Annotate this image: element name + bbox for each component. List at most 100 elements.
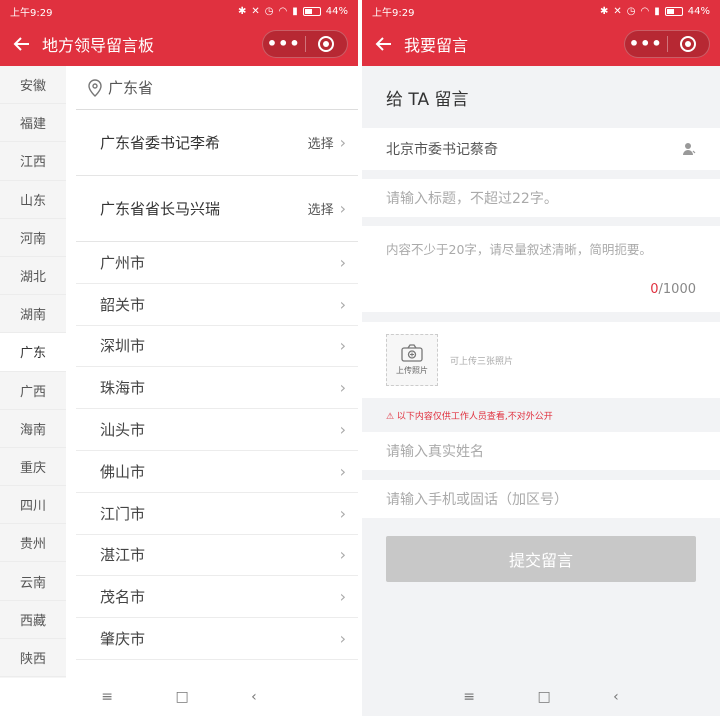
message-form: 给 TA 留言 北京市委书记蔡奇 请输入标题，不超过22字。 内容不少于20字，… — [362, 66, 720, 582]
recipient-name: 北京市委书记蔡奇 — [386, 142, 498, 158]
city-name: 广州市 — [100, 253, 146, 272]
bluetooth-icon: ✱ — [600, 5, 609, 17]
page-title: 我要留言 — [404, 36, 469, 55]
province-item[interactable]: 湖北 — [0, 257, 66, 296]
province-item[interactable]: 陕西 — [0, 639, 66, 677]
wifi-icon: ◠ — [278, 5, 288, 17]
province-item[interactable]: 四川 — [0, 486, 66, 525]
province-item[interactable]: 西藏 — [0, 601, 66, 639]
province-item[interactable]: 安徽 — [0, 66, 66, 105]
photo-upload-row: 上传照片 可上传三张照片 — [362, 322, 720, 398]
province-item[interactable]: 贵州 — [0, 524, 66, 563]
city-name: 肇庆市 — [100, 630, 146, 649]
status-icons: ✱ ✕ ◷ ◠ ▮ 44% — [238, 6, 348, 17]
status-icons: ✱ ✕ ◷ ◠ ▮ 44% — [600, 6, 710, 17]
city-name: 湛江市 — [100, 546, 146, 565]
status-bar: 上午9:29 ✱ ✕ ◷ ◠ ▮ 44% — [0, 0, 358, 22]
more-icon[interactable]: ••• — [263, 30, 305, 58]
mute-icon: ✕ — [251, 5, 260, 17]
chevron-right-icon: › — [339, 294, 346, 314]
status-time: 上午9:29 — [372, 7, 415, 19]
alarm-icon: ◷ — [264, 5, 274, 17]
city-row[interactable]: 江门市 › — [76, 493, 358, 535]
leader-name: 广东省省长马兴瑞 — [100, 200, 221, 218]
status-time: 上午9:29 — [10, 7, 53, 19]
chevron-right-icon: › — [339, 587, 346, 607]
submit-button[interactable]: 提交留言 — [386, 536, 696, 582]
city-row[interactable]: 茂名市 › — [76, 576, 358, 619]
wifi-icon: ◠ — [640, 5, 650, 17]
char-counter: 0/1000 — [386, 282, 696, 297]
province-item[interactable]: 重庆 — [0, 448, 66, 487]
city-name: 深圳市 — [100, 337, 146, 356]
menu-nav-icon[interactable]: ≡ — [101, 689, 113, 705]
title-bar: 我要留言 ••• — [362, 22, 720, 66]
char-count-max: /1000 — [658, 282, 696, 297]
city-row[interactable]: 珠海市 › — [76, 367, 358, 410]
system-nav-bar: ≡ □ ‹ — [362, 678, 720, 716]
back-nav-icon[interactable]: ‹ — [251, 689, 257, 705]
city-row[interactable]: 韶关市 › — [76, 284, 358, 326]
province-item[interactable]: 广西 — [0, 372, 66, 410]
province-item[interactable]: 云南 — [0, 562, 66, 601]
status-bar: 上午9:29 ✱ ✕ ◷ ◠ ▮ 44% — [362, 0, 720, 22]
contact-icon — [683, 143, 696, 155]
left-screen: 上午9:29 ✱ ✕ ◷ ◠ ▮ 44% 地方领导留言板 ••• 安徽 福建 江… — [0, 0, 358, 716]
leader-row[interactable]: 广东省省长马兴瑞 选择 › — [76, 176, 358, 242]
city-name: 茂名市 — [100, 588, 146, 607]
privacy-notice: ⚠ 以下内容仅供工作人员查看,不对外公开 — [362, 398, 720, 432]
battery-icon — [302, 6, 321, 16]
city-row[interactable]: 佛山市 › — [76, 451, 358, 493]
leader-row[interactable]: 广东省委书记李希 选择 › — [76, 110, 358, 176]
back-nav-icon[interactable]: ‹ — [613, 689, 619, 705]
city-row[interactable]: 湛江市 › — [76, 535, 358, 577]
system-nav-bar: ≡ □ ‹ — [0, 678, 358, 716]
chevron-right-icon: › — [339, 629, 346, 649]
title-input[interactable]: 请输入标题，不超过22字。 — [362, 179, 720, 217]
upload-photo-label: 上传照片 — [396, 366, 428, 375]
city-row[interactable]: 汕头市 › — [76, 409, 358, 451]
chevron-right-icon: › — [339, 420, 346, 440]
recipient-row[interactable]: 北京市委书记蔡奇 — [362, 128, 720, 170]
bluetooth-icon: ✱ — [238, 5, 247, 17]
chevron-right-icon: › — [339, 133, 346, 152]
close-mini-program-icon[interactable] — [668, 36, 710, 52]
chevron-right-icon: › — [339, 252, 346, 272]
city-name: 江门市 — [100, 504, 146, 523]
phone-input[interactable]: 请输入手机或固话（加区号） — [362, 480, 720, 518]
alarm-icon: ◷ — [626, 5, 636, 17]
city-row[interactable]: 深圳市 › — [76, 326, 358, 368]
char-count-current: 0 — [650, 282, 659, 297]
home-nav-icon[interactable]: □ — [537, 689, 550, 705]
province-item[interactable]: 海南 — [0, 410, 66, 448]
province-item[interactable]: 山东 — [0, 181, 66, 219]
mute-icon: ✕ — [613, 5, 622, 17]
back-arrow-icon[interactable] — [366, 22, 402, 66]
province-item[interactable]: 湖南 — [0, 295, 66, 334]
content-textarea[interactable]: 内容不少于20字，请尽量叙述清晰，简明扼要。 0/1000 — [362, 226, 720, 312]
select-label: 选择 — [307, 137, 334, 152]
upload-hint: 可上传三张照片 — [450, 356, 514, 367]
menu-nav-icon[interactable]: ≡ — [463, 689, 475, 705]
select-label: 选择 — [307, 203, 334, 218]
close-mini-program-icon[interactable] — [306, 36, 348, 52]
upload-photo-button[interactable]: 上传照片 — [386, 334, 438, 386]
signal-icon: ▮ — [654, 5, 660, 17]
province-item[interactable]: 河南 — [0, 219, 66, 257]
leader-name: 广东省委书记李希 — [100, 134, 221, 152]
real-name-input[interactable]: 请输入真实姓名 — [362, 432, 720, 470]
city-row[interactable]: 肇庆市 › — [76, 618, 358, 660]
province-item[interactable]: 江西 — [0, 142, 66, 181]
back-arrow-icon[interactable] — [4, 22, 40, 66]
mini-program-capsule: ••• — [262, 30, 348, 58]
home-nav-icon[interactable]: □ — [175, 689, 188, 705]
chevron-right-icon: › — [339, 336, 346, 356]
city-row[interactable]: 广州市 › — [76, 242, 358, 284]
province-item[interactable]: 福建 — [0, 104, 66, 143]
more-icon[interactable]: ••• — [625, 30, 667, 58]
battery-icon — [664, 6, 683, 16]
location-pin-icon — [88, 78, 102, 97]
location-header: 广东省 — [76, 66, 358, 110]
title-bar: 地方领导留言板 ••• — [0, 22, 358, 66]
province-item-active[interactable]: 广东 — [0, 333, 66, 372]
